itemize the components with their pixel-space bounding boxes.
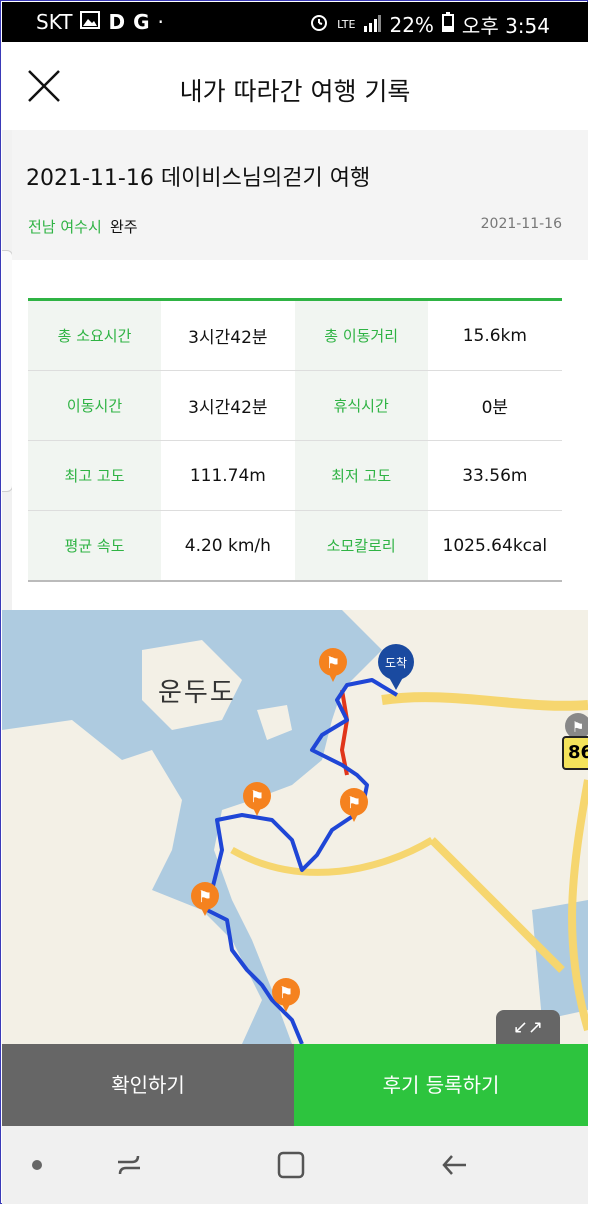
nav-dot-icon xyxy=(32,1160,42,1170)
home-icon[interactable] xyxy=(276,1150,306,1184)
time-label: 오후 3:54 xyxy=(461,14,550,38)
status-bar: SKT D G · LTE 22% 오후 3:54 xyxy=(2,2,588,42)
stat-label: 총 이동거리 xyxy=(294,299,428,371)
stats-row: 평균 속도 4.20 km/h 소모칼로리 1025.64kcal xyxy=(28,510,562,582)
expand-icon[interactable]: ↙↗ xyxy=(496,1010,560,1044)
stat-value: 15.6km xyxy=(427,299,562,371)
svg-text:⚑: ⚑ xyxy=(250,787,264,806)
route-map[interactable]: ⚑ ⚑ ⚑ ⚑ ⚑ ⚑ 도착 운두도 86 ↙↗ xyxy=(2,610,588,1044)
gallery-icon xyxy=(80,10,101,34)
stat-label: 최고 고도 xyxy=(28,440,162,511)
confirm-button[interactable]: 확인하기 xyxy=(2,1044,294,1126)
island-small xyxy=(257,705,292,740)
back-icon[interactable] xyxy=(440,1150,470,1184)
svg-text:⚑: ⚑ xyxy=(279,983,293,1002)
trip-region: 전남 여수시 xyxy=(28,218,102,236)
stat-value: 0분 xyxy=(427,370,562,441)
system-nav-bar xyxy=(2,1126,588,1204)
stat-label: 총 소요시간 xyxy=(28,299,162,371)
map-canvas: ⚑ ⚑ ⚑ ⚑ ⚑ ⚑ xyxy=(2,610,588,1044)
network-label: LTE xyxy=(337,18,356,31)
battery-label: 22% xyxy=(389,12,434,37)
battery-icon xyxy=(441,12,454,37)
svg-text:⚑: ⚑ xyxy=(347,793,361,812)
stat-label: 휴식시간 xyxy=(294,370,428,441)
stats-panel: 총 소요시간 3시간42분 총 이동거리 15.6km 이동시간 3시간42분 … xyxy=(12,260,588,610)
stat-value: 1025.64kcal xyxy=(427,510,562,582)
road-number-badge: 86 xyxy=(562,736,588,770)
stat-value: 111.74m xyxy=(161,440,295,511)
flag-marker[interactable]: ⚑ xyxy=(319,648,347,682)
register-review-button[interactable]: 후기 등록하기 xyxy=(294,1044,588,1126)
app-d-icon: D xyxy=(108,10,126,34)
trip-content: 2021-11-16 데이비스님의걷기 여행 전남 여수시 완주 2021-11… xyxy=(2,130,588,610)
carrier-label: SKT xyxy=(36,10,73,34)
svg-text:⚑: ⚑ xyxy=(572,720,585,736)
stat-label: 최저 고도 xyxy=(294,440,428,511)
stat-label: 소모칼로리 xyxy=(294,510,428,582)
stat-label: 평균 속도 xyxy=(28,510,162,582)
stats-row: 총 소요시간 3시간42분 총 이동거리 15.6km xyxy=(28,299,562,371)
recent-apps-icon[interactable] xyxy=(114,1150,144,1184)
stats-table: 총 소요시간 3시간42분 총 이동거리 15.6km 이동시간 3시간42분 … xyxy=(28,298,562,582)
page-title: 내가 따라간 여행 기록 xyxy=(179,77,411,106)
stat-value: 33.56m xyxy=(427,440,562,511)
island-label: 운두도 xyxy=(158,678,236,708)
notification-dot-icon: · xyxy=(157,10,164,34)
stat-value: 3시간42분 xyxy=(161,299,295,371)
trip-card: 2021-11-16 데이비스님의걷기 여행 전남 여수시 완주 2021-11… xyxy=(12,130,588,260)
google-icon: G xyxy=(133,10,150,34)
island-west xyxy=(2,720,262,1044)
signal-icon xyxy=(363,13,382,37)
trip-status: 완주 xyxy=(110,218,138,236)
app-header: 내가 따라간 여행 기록 xyxy=(2,42,588,131)
stat-value: 3시간42분 xyxy=(161,370,295,441)
svg-text:⚑: ⚑ xyxy=(198,887,212,906)
trip-title: 2021-11-16 데이비스님의걷기 여행 xyxy=(26,166,371,191)
alarm-icon xyxy=(309,12,329,37)
stat-value: 4.20 km/h xyxy=(161,510,295,582)
trip-date: 2021-11-16 xyxy=(480,216,562,232)
stats-row: 이동시간 3시간42분 휴식시간 0분 xyxy=(28,370,562,441)
stats-row: 최고 고도 111.74m 최저 고도 33.56m xyxy=(28,440,562,511)
arrival-label: 도착 xyxy=(384,656,408,670)
stat-label: 이동시간 xyxy=(28,370,162,441)
svg-text:⚑: ⚑ xyxy=(326,653,340,672)
